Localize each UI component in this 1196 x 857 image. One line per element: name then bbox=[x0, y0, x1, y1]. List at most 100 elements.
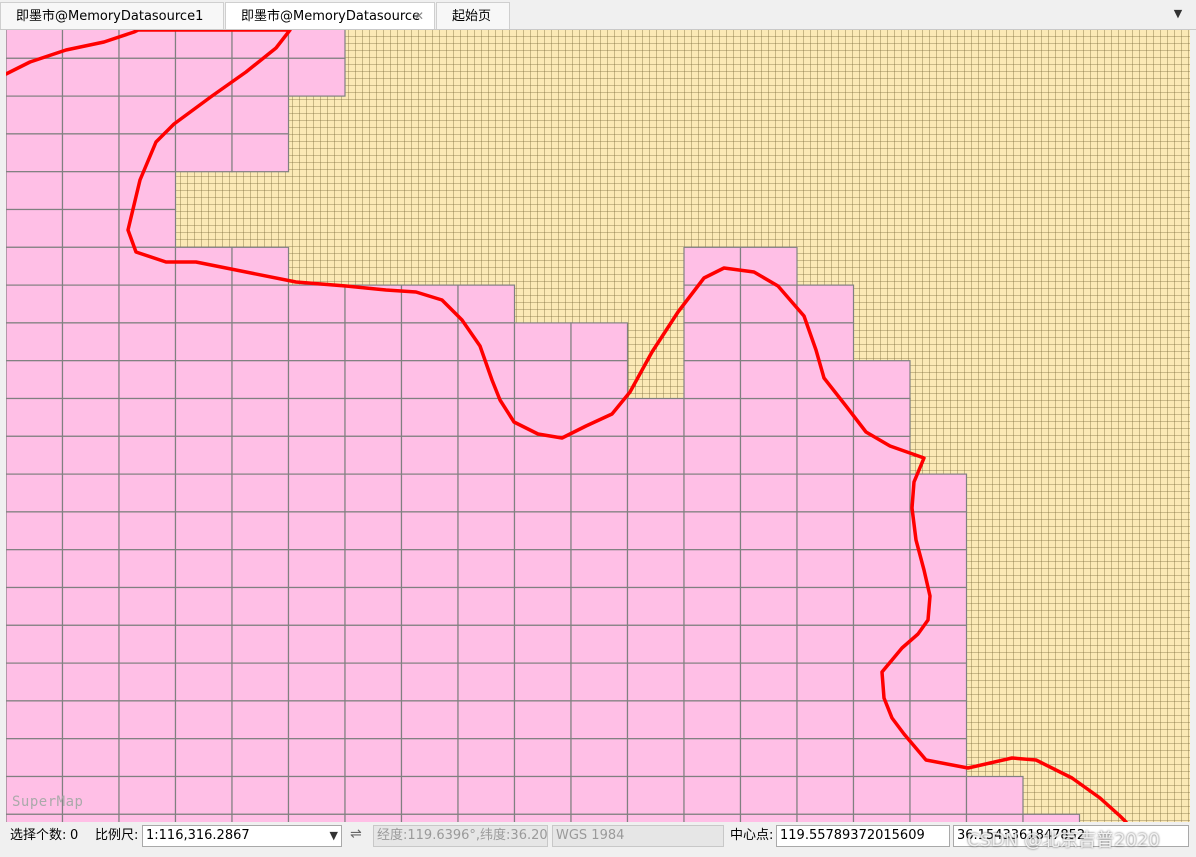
tab-label: 即墨市@MemoryDatasource bbox=[241, 9, 421, 24]
close-icon[interactable]: ✕ bbox=[414, 3, 424, 29]
coarse-cell bbox=[118, 397, 177, 437]
coarse-cell bbox=[796, 511, 855, 551]
coarse-cell bbox=[626, 662, 685, 702]
coarse-cell bbox=[174, 435, 233, 475]
map-view[interactable]: SuperMap bbox=[6, 30, 1190, 822]
coarse-cell bbox=[287, 360, 346, 400]
coarse-cell bbox=[457, 700, 516, 740]
coarse-cell bbox=[626, 473, 685, 513]
coarse-cell bbox=[344, 700, 403, 740]
coarse-cell bbox=[400, 738, 459, 778]
coarse-cell bbox=[118, 322, 177, 362]
coarse-cell bbox=[6, 360, 64, 400]
coarse-cell bbox=[6, 322, 64, 362]
crs-value: WGS 1984 bbox=[556, 828, 625, 843]
coarse-cell bbox=[570, 624, 629, 664]
coarse-cell bbox=[287, 700, 346, 740]
coarse-cell bbox=[796, 700, 855, 740]
coarse-cell bbox=[61, 473, 120, 513]
coarse-cell bbox=[626, 700, 685, 740]
center-x-input[interactable]: 119.55789372015609 bbox=[776, 825, 950, 847]
coarse-cell bbox=[118, 57, 177, 97]
tab-start-page[interactable]: 起始页 bbox=[436, 2, 510, 29]
tab-memorydatasource[interactable]: 即墨市@MemoryDatasource ✕ bbox=[225, 2, 435, 29]
coarse-cell bbox=[174, 662, 233, 702]
coarse-cell bbox=[513, 775, 572, 815]
scale-label: 比例尺: bbox=[95, 828, 139, 843]
coarse-cell bbox=[1022, 813, 1081, 822]
coarse-cell bbox=[909, 813, 968, 822]
coarse-cell bbox=[174, 624, 233, 664]
coarse-cell bbox=[852, 813, 911, 822]
coarse-cell bbox=[570, 473, 629, 513]
chevron-down-icon[interactable]: ▼ bbox=[1170, 4, 1186, 24]
coarse-cell bbox=[344, 435, 403, 475]
coarse-cell bbox=[118, 662, 177, 702]
coarse-cell bbox=[513, 397, 572, 437]
coarse-cell bbox=[739, 662, 798, 702]
coarse-cell bbox=[6, 208, 64, 248]
coarse-cell bbox=[965, 813, 1024, 822]
coarse-cell bbox=[344, 813, 403, 822]
coarse-cell bbox=[231, 284, 290, 324]
coarse-cell bbox=[739, 813, 798, 822]
coarse-cell bbox=[513, 586, 572, 626]
coarse-cell bbox=[174, 284, 233, 324]
coarse-cell bbox=[400, 360, 459, 400]
coarse-cell bbox=[6, 57, 64, 97]
coarse-cell bbox=[6, 549, 64, 589]
coarse-cell bbox=[287, 775, 346, 815]
coarse-cell bbox=[6, 133, 64, 173]
coarse-cell bbox=[231, 133, 290, 173]
coarse-cell bbox=[852, 397, 911, 437]
coarse-cell bbox=[174, 322, 233, 362]
coarse-cell bbox=[118, 246, 177, 286]
coarse-cell bbox=[796, 435, 855, 475]
coarse-cell bbox=[287, 30, 346, 59]
coarse-cell bbox=[118, 700, 177, 740]
coarse-cell bbox=[683, 246, 742, 286]
coarse-cell bbox=[61, 284, 120, 324]
coarse-cell bbox=[344, 360, 403, 400]
coarse-cell bbox=[457, 624, 516, 664]
coarse-cell bbox=[231, 738, 290, 778]
coarse-cell bbox=[457, 397, 516, 437]
coarse-cell bbox=[6, 246, 64, 286]
coarse-cell bbox=[739, 586, 798, 626]
coarse-cell bbox=[61, 813, 120, 822]
coarse-cell bbox=[344, 624, 403, 664]
coarse-cell bbox=[400, 586, 459, 626]
coarse-cell bbox=[739, 435, 798, 475]
coarse-cell bbox=[6, 586, 64, 626]
coarse-cell bbox=[344, 662, 403, 702]
coarse-cell bbox=[174, 700, 233, 740]
coarse-cell bbox=[400, 700, 459, 740]
coarse-cell bbox=[400, 813, 459, 822]
coarse-cell bbox=[852, 360, 911, 400]
coarse-cell bbox=[231, 813, 290, 822]
coarse-cell bbox=[118, 511, 177, 551]
coarse-cell bbox=[287, 511, 346, 551]
coarse-cell bbox=[61, 208, 120, 248]
watermark-text: CSDN @北京吉普2020 bbox=[967, 830, 1160, 851]
coarse-cell bbox=[739, 700, 798, 740]
coarse-cell bbox=[570, 813, 629, 822]
coarse-cell bbox=[683, 662, 742, 702]
scale-select[interactable]: 1:116,316.2867 ▼ bbox=[142, 825, 342, 847]
coarse-cell bbox=[61, 95, 120, 135]
swap-icon[interactable]: ⇌ bbox=[350, 826, 362, 842]
coarse-cell bbox=[683, 775, 742, 815]
coarse-cell bbox=[513, 360, 572, 400]
coarse-cell bbox=[739, 473, 798, 513]
coarse-cell bbox=[118, 775, 177, 815]
tab-memorydatasource1[interactable]: 即墨市@MemoryDatasource1 bbox=[0, 2, 224, 29]
coarse-cell bbox=[287, 549, 346, 589]
chevron-down-icon[interactable]: ▼ bbox=[330, 826, 338, 846]
coarse-cell bbox=[909, 700, 968, 740]
coarse-cell bbox=[287, 435, 346, 475]
coarse-cell bbox=[287, 813, 346, 822]
center-label: 中心点: bbox=[730, 828, 774, 843]
coarse-cell bbox=[287, 397, 346, 437]
coarse-cell bbox=[174, 360, 233, 400]
coarse-cell bbox=[739, 322, 798, 362]
